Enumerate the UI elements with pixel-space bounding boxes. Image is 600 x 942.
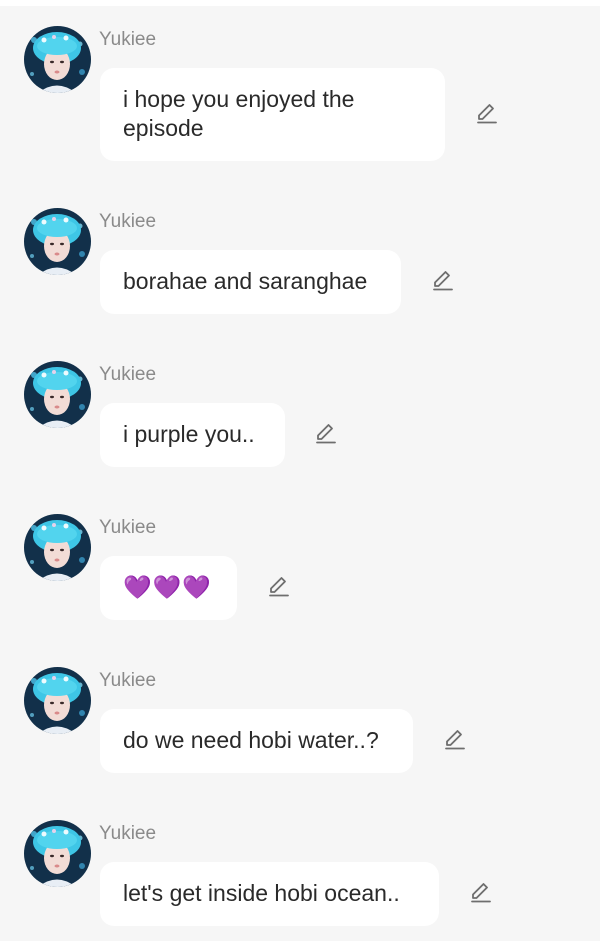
avatar[interactable]: [24, 26, 91, 93]
message-bubble[interactable]: i hope you enjoyed the episode: [100, 68, 445, 161]
avatar[interactable]: [24, 208, 91, 275]
pencil-icon: [316, 424, 336, 444]
edit-message-button[interactable]: [430, 267, 456, 293]
sender-name: Yukiee: [99, 211, 157, 232]
sender-name: Yukiee: [99, 670, 157, 691]
sender-name: Yukiee: [99, 823, 157, 844]
edit-message-button[interactable]: [313, 420, 339, 446]
edit-message-button[interactable]: [468, 879, 494, 905]
avatar[interactable]: [24, 667, 91, 734]
pencil-icon: [445, 730, 465, 750]
avatar[interactable]: [24, 820, 91, 887]
message-bubble[interactable]: do we need hobi water..?: [100, 709, 413, 773]
sender-name: Yukiee: [99, 364, 157, 385]
message-bubble[interactable]: 💜💜💜: [100, 556, 237, 620]
sender-name: Yukiee: [99, 29, 157, 50]
pencil-icon: [471, 883, 491, 903]
pencil-icon: [433, 271, 453, 291]
message-bubble[interactable]: i purple you..: [100, 403, 285, 467]
pencil-icon: [477, 104, 497, 124]
edit-message-button[interactable]: [442, 726, 468, 752]
sender-name: Yukiee: [99, 517, 157, 538]
edit-message-button[interactable]: [474, 100, 500, 126]
pencil-icon: [269, 577, 289, 597]
chat-message-list: Yukiee i hope you enjoyed the episode Yu…: [0, 6, 600, 941]
message-bubble[interactable]: borahae and saranghae: [100, 250, 401, 314]
edit-message-button[interactable]: [266, 573, 292, 599]
message-bubble[interactable]: let's get inside hobi ocean..: [100, 862, 439, 926]
avatar[interactable]: [24, 514, 91, 581]
avatar[interactable]: [24, 361, 91, 428]
